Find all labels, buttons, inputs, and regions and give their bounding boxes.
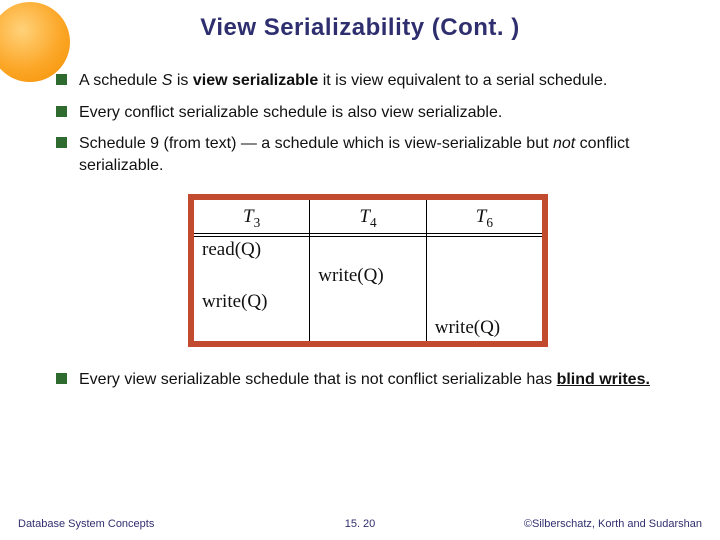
bullet-square-icon — [56, 373, 67, 384]
bullet-square-icon — [56, 137, 67, 148]
cell: read(Q) — [194, 237, 310, 263]
bullet-square-icon — [56, 74, 67, 85]
col-header-t6: T6 — [426, 200, 542, 236]
col-header-t4: T4 — [310, 200, 426, 236]
bullet-3-text: Schedule 9 (from text) — a schedule whic… — [79, 133, 680, 176]
footer-left: Database System Concepts — [18, 518, 246, 530]
col-header-t3: T3 — [194, 200, 310, 236]
table-row: read(Q) — [194, 237, 542, 263]
text-fragment: T — [243, 206, 254, 227]
text-fragment: not — [553, 135, 575, 152]
text-fragment: 3 — [254, 215, 261, 230]
cell: write(Q) — [426, 315, 542, 341]
schedule-table: T3 T4 T6 read(Q) write(Q) write(Q) — [194, 200, 542, 340]
text-fragment: is — [172, 72, 192, 89]
footer-copyright: ©Silberschatz, Korth and Sudarshan — [474, 518, 702, 530]
cell: write(Q) — [194, 289, 310, 315]
text-fragment: Schedule 9 (from text) — a schedule whic… — [79, 135, 553, 152]
cell — [426, 263, 542, 289]
slide-footer: Database System Concepts 15. 20 ©Silbers… — [0, 518, 720, 530]
bullet-4: Every view serializable schedule that is… — [56, 369, 680, 391]
footer-page-number: 15. 20 — [246, 518, 474, 530]
text-fragment: T — [476, 206, 487, 227]
text-fragment: S — [162, 72, 173, 89]
text-fragment: 4 — [370, 215, 377, 230]
text-fragment: blind writes. — [557, 371, 650, 388]
table-header-row: T3 T4 T6 — [194, 200, 542, 236]
bullet-1: A schedule S is view serializable it is … — [56, 70, 680, 92]
cell — [310, 237, 426, 263]
bullet-1-text: A schedule S is view serializable it is … — [79, 70, 680, 92]
cell — [426, 289, 542, 315]
text-fragment: T — [359, 206, 370, 227]
cell — [194, 263, 310, 289]
bullet-2: Every conflict serializable schedule is … — [56, 102, 680, 124]
text-fragment: Every view serializable schedule that is… — [79, 371, 557, 388]
schedule-table-frame: T3 T4 T6 read(Q) write(Q) write(Q) — [188, 194, 548, 346]
bullet-4-text: Every view serializable schedule that is… — [79, 369, 680, 391]
text-fragment: it is view equivalent to a serial schedu… — [318, 72, 607, 89]
bullet-2-text: Every conflict serializable schedule is … — [79, 102, 680, 124]
text-fragment: A schedule — [79, 72, 162, 89]
slide-title: View Serializability (Cont. ) — [0, 0, 720, 42]
text-fragment: 6 — [486, 215, 493, 230]
text-fragment: view serializable — [193, 72, 318, 89]
bullet-3: Schedule 9 (from text) — a schedule whic… — [56, 133, 680, 176]
table-row: write(Q) — [194, 263, 542, 289]
cell — [310, 315, 426, 341]
cell — [310, 289, 426, 315]
cell — [194, 315, 310, 341]
bullet-square-icon — [56, 106, 67, 117]
table-row: write(Q) — [194, 289, 542, 315]
cell — [426, 237, 542, 263]
slide-body: A schedule S is view serializable it is … — [0, 42, 720, 390]
cell: write(Q) — [310, 263, 426, 289]
table-row: write(Q) — [194, 315, 542, 341]
